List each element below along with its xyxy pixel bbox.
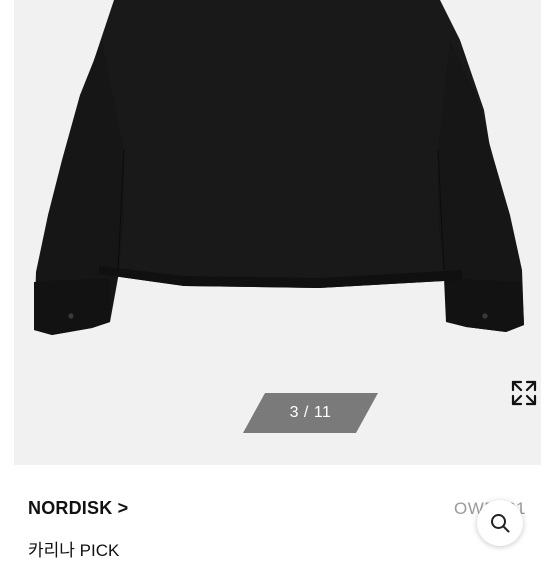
product-info: NORDISK > OWP261 카리나 PICK bbox=[0, 465, 554, 560]
product-image-gallery[interactable]: 3 / 11 bbox=[14, 0, 541, 465]
search-button[interactable] bbox=[477, 500, 523, 546]
expand-button[interactable] bbox=[509, 378, 539, 408]
expand-arrows-icon bbox=[511, 380, 537, 406]
brand-link[interactable]: NORDISK > bbox=[28, 498, 128, 519]
product-subtitle: 카리나 PICK bbox=[28, 541, 120, 560]
image-counter-text: 3 / 11 bbox=[289, 404, 332, 421]
search-icon bbox=[491, 514, 510, 533]
image-counter: 3 / 11 bbox=[243, 393, 378, 433]
